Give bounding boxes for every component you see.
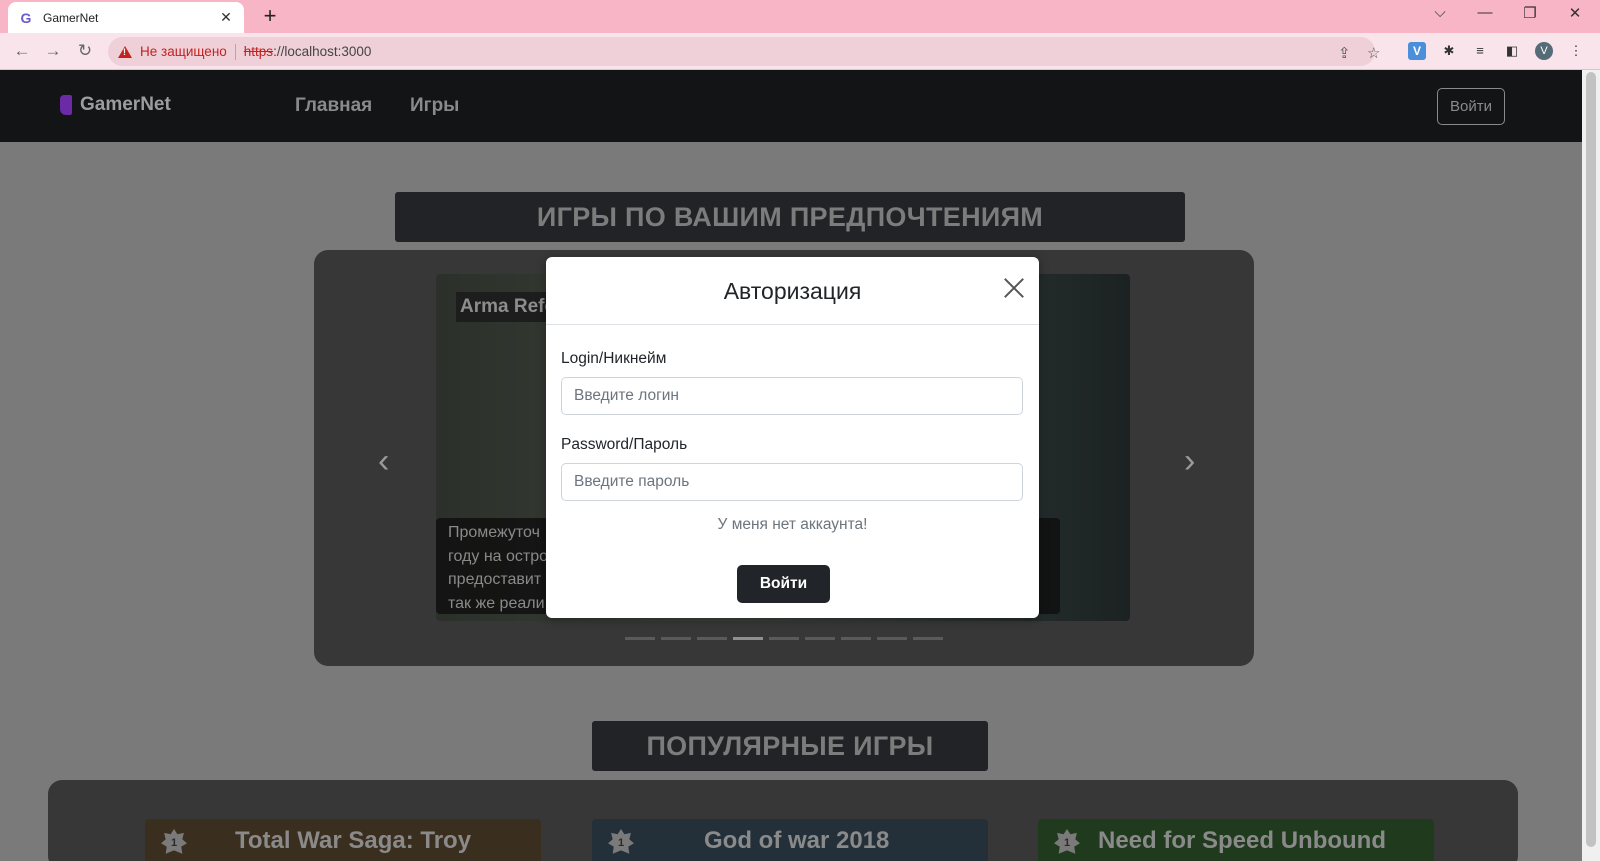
game-name: God of war 2018 (704, 827, 890, 854)
carousel-indicator[interactable] (769, 637, 799, 640)
register-link[interactable]: У меня нет аккаунта! (546, 516, 1039, 534)
rank-badge-icon: 1 (1054, 829, 1080, 854)
rank-badge-icon: 1 (161, 829, 187, 854)
login-label: Login/Никнейм (561, 350, 667, 367)
forward-icon[interactable]: → (41, 39, 65, 63)
site-header: GamerNet Главная Игры Войти (0, 70, 1582, 142)
restore-icon[interactable]: ❐ (1518, 4, 1542, 22)
browser-toolbar: ← → ↻ Не защищено https ://localhost:300… (0, 33, 1600, 70)
address-bar[interactable]: Не защищено https ://localhost:3000 ⇪ ☆ (108, 37, 1380, 66)
header-login-button[interactable]: Войти (1437, 88, 1505, 125)
page-scrollbar[interactable] (1582, 70, 1600, 861)
brand-logo-icon (60, 95, 72, 115)
carousel-indicator[interactable] (805, 637, 835, 640)
carousel-indicator[interactable] (877, 637, 907, 640)
carousel-next-icon[interactable]: › (1184, 442, 1195, 481)
carousel-indicators (625, 637, 949, 640)
new-tab-button[interactable]: + (258, 5, 282, 27)
modal-title: Авторизация (723, 278, 862, 304)
url-scheme: https (243, 44, 274, 59)
slide-title: Arma Refo (456, 292, 561, 322)
carousel-indicator[interactable] (625, 637, 655, 640)
url-text: ://localhost:3000 (273, 44, 372, 59)
carousel-indicator[interactable] (661, 637, 691, 640)
password-label: Password/Пароль (561, 436, 688, 453)
carousel-indicator[interactable] (841, 637, 871, 640)
game-card[interactable]: 1 God of war 2018 (592, 819, 988, 861)
preferences-title: ИГРЫ ПО ВАШИМ ПРЕДПОЧТЕНИЯМ (395, 192, 1185, 242)
tab-search-icon[interactable]: ⌵ (1428, 4, 1452, 21)
close-tab-icon[interactable]: ✕ (218, 9, 234, 26)
minimize-icon[interactable]: — (1473, 4, 1497, 21)
modal-header: Авторизация (546, 257, 1039, 325)
login-input[interactable] (561, 377, 1023, 415)
security-status[interactable]: Не защищено (140, 44, 227, 59)
carousel-indicator[interactable] (697, 637, 727, 640)
popular-title: ПОПУЛЯРНЫЕ ИГРЫ (592, 721, 988, 771)
password-input[interactable] (561, 463, 1023, 501)
game-name: Need for Speed Unbound (1098, 827, 1386, 854)
brand[interactable]: GamerNet (60, 94, 171, 116)
auth-modal: Авторизация Login/Никнейм Password/Парол… (546, 257, 1039, 618)
browser-tab[interactable]: G GamerNet ✕ (8, 2, 244, 33)
reload-icon[interactable]: ↻ (73, 39, 97, 63)
extension-v-icon[interactable]: V (1408, 42, 1426, 60)
media-control-icon[interactable]: ≡ (1471, 42, 1489, 60)
warning-icon (118, 45, 132, 58)
game-name: Total War Saga: Troy (235, 827, 472, 854)
nav-link-home[interactable]: Главная (295, 95, 372, 117)
nav-link-games[interactable]: Игры (410, 95, 459, 117)
brand-name: GamerNet (80, 94, 171, 115)
carousel-indicator[interactable] (733, 637, 763, 640)
site-favicon-icon: G (20, 9, 32, 26)
scrollbar-thumb[interactable] (1586, 72, 1596, 847)
tab-title: GamerNet (43, 10, 99, 25)
login-submit-button[interactable]: Войти (737, 565, 830, 603)
rank-badge-icon: 1 (608, 829, 634, 854)
share-icon[interactable]: ⇪ (1338, 44, 1351, 62)
bookmark-star-icon[interactable]: ☆ (1367, 44, 1380, 62)
profile-avatar[interactable]: V (1535, 42, 1553, 60)
browser-tab-bar: G GamerNet ✕ + ⌵ — ❐ ✕ (0, 0, 1600, 33)
side-panel-icon[interactable]: ◧ (1503, 42, 1521, 60)
omnibox-divider (234, 43, 236, 60)
carousel-indicator[interactable] (913, 637, 943, 640)
game-card[interactable]: 1 Need for Speed Unbound (1038, 819, 1434, 861)
browser-menu-icon[interactable]: ⋮ (1567, 42, 1585, 60)
back-icon[interactable]: ← (10, 39, 34, 63)
carousel-prev-icon[interactable]: ‹ (378, 442, 389, 481)
extensions-puzzle-icon[interactable]: ✱ (1440, 42, 1458, 60)
close-window-icon[interactable]: ✕ (1563, 4, 1587, 22)
game-card[interactable]: 1 Total War Saga: Troy (145, 819, 541, 861)
close-icon[interactable] (1003, 277, 1025, 299)
